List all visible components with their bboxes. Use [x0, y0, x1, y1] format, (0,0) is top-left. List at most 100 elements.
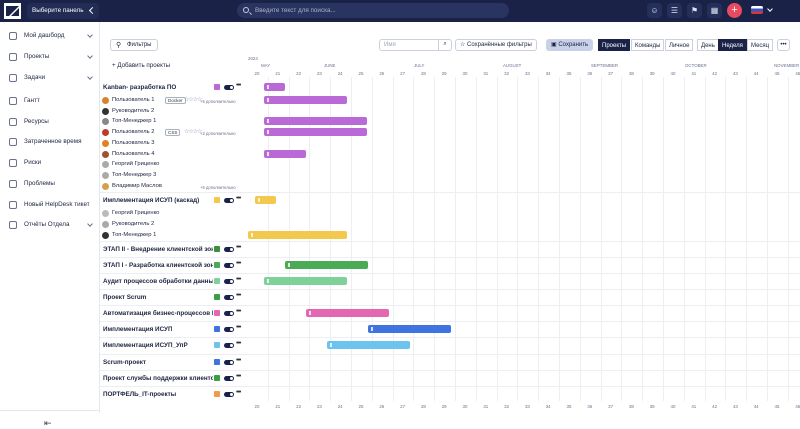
- project-name[interactable]: Scrum-проект: [103, 359, 146, 366]
- drag-handle-icon[interactable]: [267, 85, 269, 89]
- sidebar-item-problems[interactable]: Проблемы: [0, 177, 100, 191]
- project-row[interactable]: Kanban- разработка ПО •••: [100, 82, 800, 94]
- member-name[interactable]: Георгий Гриценко: [112, 161, 159, 167]
- tab-projects[interactable]: Проекты: [598, 39, 631, 51]
- gantt-bar[interactable]: [264, 128, 367, 136]
- project-name[interactable]: Проект службы поддержки клиентов: [103, 375, 213, 382]
- visibility-toggle[interactable]: [224, 376, 234, 381]
- drag-handle-icon[interactable]: [267, 279, 269, 283]
- project-color-swatch[interactable]: [214, 294, 220, 300]
- search-icon[interactable]: ⌕: [438, 39, 451, 51]
- project-color-swatch[interactable]: [214, 262, 220, 268]
- project-color-swatch[interactable]: [214, 359, 220, 365]
- project-name[interactable]: Kanban- разработка ПО: [103, 84, 176, 91]
- row-menu-icon[interactable]: •••: [236, 195, 241, 202]
- project-name[interactable]: Автоматизация бизнес-процессов К...: [103, 310, 213, 317]
- row-menu-icon[interactable]: •••: [236, 324, 241, 331]
- visibility-toggle[interactable]: [224, 327, 234, 332]
- tasks-icon[interactable]: ☰: [667, 3, 682, 18]
- gantt-bar[interactable]: [248, 231, 347, 239]
- project-name[interactable]: ЭТАП II - Внедрение клиентской зон...: [103, 246, 213, 253]
- gantt-bar[interactable]: [264, 150, 306, 158]
- project-name[interactable]: ПОРТФЕЛЬ_IT-проекты: [103, 391, 176, 398]
- drag-handle-icon[interactable]: [330, 343, 332, 347]
- project-row[interactable]: Scrum-проект •••: [100, 357, 800, 369]
- visibility-toggle[interactable]: [224, 311, 234, 316]
- sidebar-item-tasks[interactable]: Задачи: [0, 71, 100, 85]
- project-row[interactable]: Имплементация ИСУП_УпР •••: [100, 340, 800, 352]
- drag-handle-icon[interactable]: [267, 152, 269, 156]
- drag-handle-icon[interactable]: [267, 98, 269, 102]
- project-row[interactable]: ЭТАП I - Разработка клиентской зон... •••: [100, 260, 800, 272]
- row-menu-icon[interactable]: •••: [236, 340, 241, 347]
- visibility-toggle[interactable]: [224, 343, 234, 348]
- row-menu-icon[interactable]: •••: [236, 389, 241, 396]
- scale-month[interactable]: Месяц: [747, 39, 774, 51]
- drag-handle-icon[interactable]: [251, 233, 253, 237]
- filters-button[interactable]: ⚲ Фильтры: [110, 39, 158, 51]
- scale-day[interactable]: День: [697, 39, 719, 51]
- project-name[interactable]: ЭТАП I - Разработка клиентской зон...: [103, 262, 213, 269]
- user-icon[interactable]: ☺: [647, 3, 662, 18]
- gantt-bar[interactable]: [264, 83, 285, 91]
- project-name[interactable]: Имплементация ИСУП (каскад): [103, 197, 199, 204]
- row-menu-icon[interactable]: •••: [236, 292, 241, 299]
- project-row[interactable]: Имплементация ИСУП (каскад) •••: [100, 195, 800, 207]
- drag-handle-icon[interactable]: [288, 263, 290, 267]
- add-button[interactable]: +: [727, 3, 742, 18]
- row-menu-icon[interactable]: •••: [236, 260, 241, 267]
- visibility-toggle[interactable]: [224, 198, 234, 203]
- tab-teams[interactable]: Команды: [631, 39, 665, 51]
- member-name[interactable]: Пользователь 3: [112, 140, 154, 146]
- project-row[interactable]: Проект Scrum •••: [100, 292, 800, 304]
- language-flag-icon[interactable]: [751, 6, 763, 14]
- search-input[interactable]: Введите текст для поиска...: [237, 3, 509, 18]
- project-color-swatch[interactable]: [214, 391, 220, 397]
- flag-icon[interactable]: ⚑: [687, 3, 702, 18]
- member-name[interactable]: Топ-Менеджер 1: [112, 232, 156, 238]
- save-button[interactable]: ▣ Сохранить: [546, 39, 594, 51]
- project-name[interactable]: Имплементация ИСУП: [103, 326, 172, 333]
- gantt-bar[interactable]: [264, 96, 347, 104]
- gantt-bar[interactable]: [264, 277, 347, 285]
- sidebar-item-projects[interactable]: Проекты: [0, 50, 100, 64]
- visibility-toggle[interactable]: [224, 85, 234, 90]
- sidebar-item-gantt[interactable]: Гантт: [0, 94, 100, 108]
- row-menu-icon[interactable]: •••: [236, 276, 241, 283]
- sidebar-item-risks[interactable]: Риски: [0, 156, 100, 170]
- project-color-swatch[interactable]: [214, 84, 220, 90]
- project-color-swatch[interactable]: [214, 342, 220, 348]
- member-name[interactable]: Топ-Менеджер 1: [112, 118, 156, 124]
- project-name[interactable]: Имплементация ИСУП_УпР: [103, 342, 188, 349]
- gantt-bar[interactable]: [264, 117, 367, 125]
- drag-handle-icon[interactable]: [371, 327, 373, 331]
- gantt-bar[interactable]: [285, 261, 368, 269]
- sidebar-item-resources[interactable]: Ресурсы: [0, 115, 100, 129]
- project-color-swatch[interactable]: [214, 326, 220, 332]
- project-color-swatch[interactable]: [214, 278, 220, 284]
- project-color-swatch[interactable]: [214, 375, 220, 381]
- panel-select[interactable]: Выберите панель: [27, 3, 99, 19]
- member-name[interactable]: Руководитель 2: [112, 221, 154, 227]
- visibility-toggle[interactable]: [224, 295, 234, 300]
- gantt-bar[interactable]: [327, 341, 410, 349]
- project-row[interactable]: Автоматизация бизнес-процессов К... •••: [100, 308, 800, 320]
- project-name[interactable]: Аудит процессов обработки данных...: [103, 278, 213, 285]
- scale-week[interactable]: Неделя: [718, 39, 747, 51]
- add-projects-button[interactable]: + Добавить проекты: [112, 62, 170, 69]
- row-menu-icon[interactable]: •••: [236, 82, 241, 89]
- sidebar-item-time[interactable]: Затраченное время: [0, 135, 100, 149]
- project-row[interactable]: Аудит процессов обработки данных... •••: [100, 276, 800, 288]
- name-filter-input[interactable]: Имя ⌕: [379, 39, 452, 51]
- row-menu-icon[interactable]: •••: [236, 357, 241, 364]
- saved-filters-button[interactable]: ☆ Сохранённые фильтры: [455, 39, 537, 51]
- tab-personal[interactable]: Личное: [665, 39, 694, 51]
- calendar-icon[interactable]: ▦: [707, 3, 722, 18]
- project-color-swatch[interactable]: [214, 310, 220, 316]
- member-name[interactable]: Владимир Маслов: [112, 183, 162, 189]
- drag-handle-icon[interactable]: [267, 119, 269, 123]
- visibility-toggle[interactable]: [224, 360, 234, 365]
- visibility-toggle[interactable]: [224, 263, 234, 268]
- row-menu-icon[interactable]: •••: [236, 373, 241, 380]
- project-row[interactable]: ПОРТФЕЛЬ_IT-проекты •••: [100, 389, 800, 401]
